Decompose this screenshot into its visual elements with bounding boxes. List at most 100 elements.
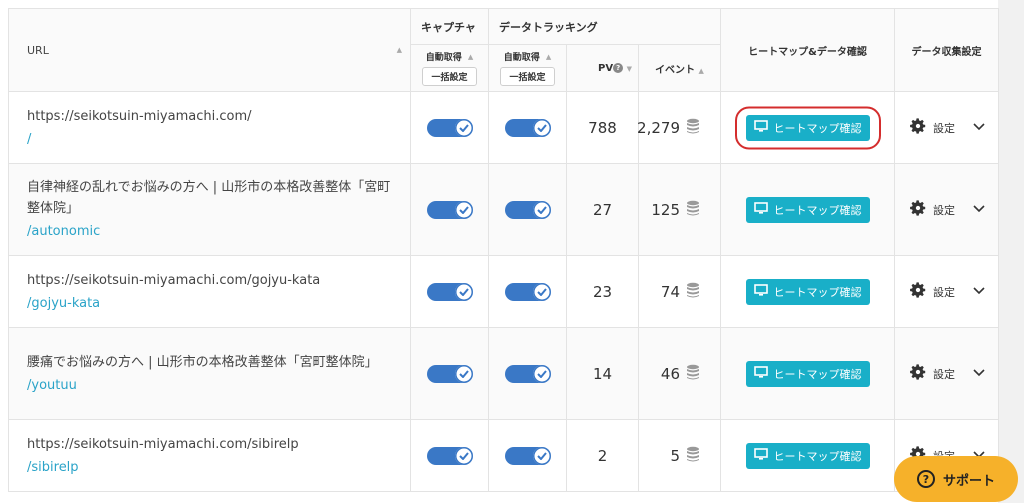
bulk-tracking-button[interactable]: 一括設定 — [500, 67, 555, 86]
capture-toggle[interactable] — [426, 282, 473, 301]
capture-toggle[interactable] — [426, 446, 473, 465]
auto-capture-label: 自動取得 — [425, 53, 462, 63]
settings-control[interactable]: 設定 — [909, 199, 997, 220]
sort-icon[interactable]: ▲ — [397, 46, 402, 54]
page-path-link[interactable]: /gojyu-kata — [27, 293, 398, 314]
gear-icon — [909, 199, 927, 220]
column-url[interactable]: URL ▲ — [8, 8, 411, 92]
capture-toggle[interactable] — [426, 200, 473, 219]
gear-icon — [909, 363, 927, 384]
check-icon — [454, 200, 473, 219]
heatmap-cell: ヒートマップ確認 — [720, 255, 895, 328]
help-icon[interactable]: ? — [613, 62, 624, 73]
heatmap-button[interactable]: ヒートマップ確認 — [745, 278, 870, 305]
settings-control[interactable]: 設定 — [909, 117, 997, 138]
url-cell: https://seikotsuin-miyamachi.com/ / — [8, 91, 411, 164]
database-icon[interactable] — [686, 200, 700, 220]
event-cell: 46 — [638, 327, 721, 420]
event-cell: 125 — [638, 163, 721, 256]
tracking-toggle[interactable] — [504, 446, 551, 465]
settings-label: 設定 — [933, 285, 955, 299]
column-auto-tracking: 自動取得 ▲ 一括設定 — [488, 44, 567, 92]
page-title: https://seikotsuin-miyamachi.com/ — [27, 108, 252, 124]
monitor-icon — [753, 284, 768, 299]
tracking-toggle-cell — [488, 327, 567, 420]
page-path-link[interactable]: /youtuu — [27, 375, 398, 396]
event-cell: 74 — [638, 255, 721, 328]
sort-icon[interactable]: ▲ — [699, 67, 704, 75]
capture-toggle[interactable] — [426, 364, 473, 383]
heatmap-button-label: ヒートマップ確認 — [773, 286, 862, 299]
table-row: 腰痛でお悩みの方へ | 山形市の本格改善整体「宮町整体院」 /youtuu 14… — [8, 327, 999, 420]
pv-value: 14 — [566, 327, 639, 420]
sort-desc-icon[interactable]: ▼ — [627, 65, 632, 73]
sort-icon[interactable]: ▲ — [468, 53, 473, 61]
event-cell: 2,279 — [637, 91, 721, 164]
event-value: 5 — [670, 446, 680, 465]
chevron-down-icon[interactable] — [973, 285, 985, 298]
page-title: 腰痛でお悩みの方へ | 山形市の本格改善整体「宮町整体院」 — [27, 354, 378, 370]
heatmap-cell: ヒートマップ確認 — [720, 327, 895, 420]
database-icon[interactable] — [686, 282, 700, 302]
chevron-down-icon[interactable] — [973, 121, 985, 134]
column-url-label: URL — [27, 43, 49, 57]
pv-value: 2 — [566, 419, 639, 492]
heatmap-button[interactable]: ヒートマップ確認 — [745, 442, 870, 469]
page-path-link[interactable]: /autonomic — [27, 221, 398, 242]
bulk-capture-button[interactable]: 一括設定 — [422, 67, 477, 86]
check-icon — [532, 118, 551, 137]
tracking-toggle[interactable] — [504, 118, 551, 137]
capture-toggle-cell — [410, 91, 489, 164]
column-group-capture: キャプチャ — [410, 8, 489, 45]
tracking-toggle-cell — [488, 163, 567, 256]
settings-cell: 設定 — [894, 91, 999, 164]
column-group-tracking: データトラッキング — [488, 8, 721, 45]
capture-toggle[interactable] — [426, 118, 473, 137]
settings-control[interactable]: 設定 — [909, 281, 997, 302]
support-label: サポート — [942, 473, 995, 489]
tracking-toggle[interactable] — [504, 364, 551, 383]
page-path-link[interactable]: / — [27, 129, 398, 150]
heatmap-button[interactable]: ヒートマップ確認 — [745, 360, 870, 387]
capture-toggle-cell — [410, 255, 489, 328]
url-cell: https://seikotsuin-miyamachi.com/sibirel… — [8, 419, 411, 492]
event-value: 125 — [651, 200, 680, 219]
page-title: https://seikotsuin-miyamachi.com/sibirel… — [27, 436, 299, 452]
check-icon — [532, 446, 551, 465]
table-row: https://seikotsuin-miyamachi.com/ / 788 … — [8, 91, 999, 164]
heatmap-cell: ヒートマップ確認 — [720, 419, 895, 492]
tracking-toggle-cell — [488, 419, 567, 492]
table-row: https://seikotsuin-miyamachi.com/gojyu-k… — [8, 255, 999, 328]
column-pv[interactable]: PV? ▼ — [566, 44, 639, 92]
scroll-strip — [998, 0, 1024, 503]
sort-icon[interactable]: ▲ — [546, 53, 551, 61]
monitor-icon — [753, 202, 768, 217]
chevron-down-icon[interactable] — [973, 367, 985, 380]
heatmap-cell: ヒートマップ確認 — [720, 163, 895, 256]
settings-control[interactable]: 設定 — [909, 363, 997, 384]
pv-value: 788 — [566, 91, 639, 164]
column-event[interactable]: イベント ▲ — [638, 44, 721, 92]
heatmap-button[interactable]: ヒートマップ確認 — [745, 196, 870, 223]
database-icon[interactable] — [686, 118, 700, 138]
gear-icon — [909, 117, 927, 138]
page-path-link[interactable]: /sibirelp — [27, 457, 398, 478]
tracking-toggle[interactable] — [504, 200, 551, 219]
support-button[interactable]: ? サポート — [894, 456, 1018, 502]
tracking-toggle[interactable] — [504, 282, 551, 301]
table-row: 自律神経の乱れでお悩みの方へ | 山形市の本格改善整体「宮町整体院」 /auto… — [8, 163, 999, 256]
chevron-down-icon[interactable] — [973, 203, 985, 216]
settings-cell: 設定 — [894, 163, 999, 256]
heatmap-cell: ヒートマップ確認 — [720, 91, 895, 164]
database-icon[interactable] — [686, 446, 700, 466]
event-value: 74 — [660, 282, 680, 301]
tracking-toggle-cell — [488, 255, 567, 328]
check-icon — [454, 282, 473, 301]
check-icon — [532, 364, 551, 383]
pv-value: 27 — [566, 163, 639, 256]
check-icon — [454, 118, 473, 137]
heatmap-button[interactable]: ヒートマップ確認 — [745, 114, 870, 141]
database-icon[interactable] — [686, 364, 700, 384]
check-icon — [454, 364, 473, 383]
settings-label: 設定 — [933, 367, 955, 381]
